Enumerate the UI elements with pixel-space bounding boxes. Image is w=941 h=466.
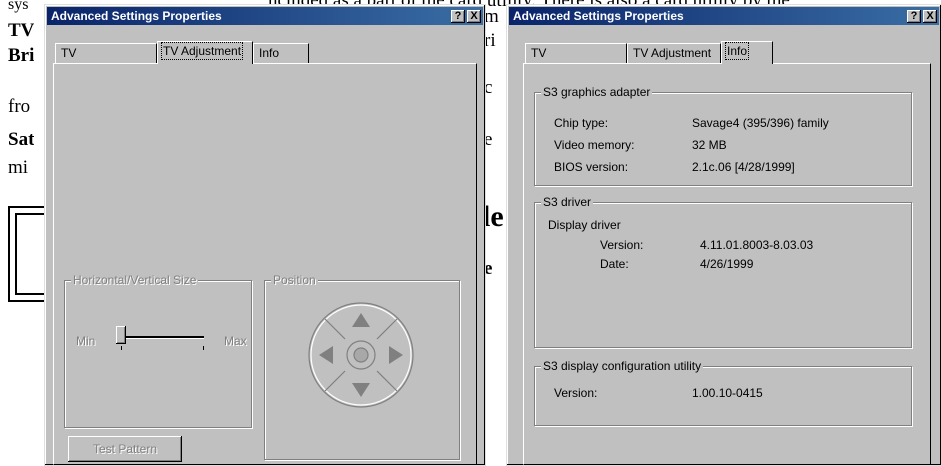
- info-panel: S3 graphics adapter Chip type: Savage4 (…: [523, 63, 931, 465]
- left-dialog-title: Advanced Settings Properties: [51, 9, 222, 23]
- utility-version-label: Version:: [554, 386, 598, 400]
- left-properties-dialog: Advanced Settings Properties ? X TV Enha…: [44, 4, 486, 466]
- utility-version-value: 1.00.10-0415: [692, 386, 763, 400]
- driver-group-legend: S3 driver: [541, 195, 594, 209]
- tab-tv-enhancement[interactable]: TV Enhancement: [55, 43, 157, 79]
- doc-line-6: mi: [8, 157, 29, 178]
- slider-thumb[interactable]: [116, 326, 126, 344]
- utility-group-legend: S3 display configuration utility: [541, 359, 704, 373]
- tv-adjustment-panel: Horizontal/Vertical Size Min Max Positio…: [53, 63, 477, 465]
- driver-version-value: 4.11.01.8003-8.03.03: [700, 238, 814, 252]
- driver-version-label: Version:: [600, 238, 644, 252]
- test-pattern-button[interactable]: Test Pattern: [68, 436, 182, 462]
- close-icon[interactable]: X: [923, 10, 937, 23]
- slider-tick-min: [121, 346, 122, 350]
- video-memory-label: Video memory:: [554, 138, 635, 152]
- chip-type-label: Chip type:: [554, 116, 609, 130]
- doc-line-1: sys: [8, 0, 29, 13]
- right-properties-dialog: Advanced Settings Properties ? X TV Enha…: [506, 4, 941, 466]
- doc-line-2: TV: [8, 20, 35, 41]
- position-joystick[interactable]: [301, 295, 421, 415]
- right-tab-strip: TV Enhancement TV Adjustment Info: [525, 41, 925, 79]
- position-group: Position: [264, 273, 460, 460]
- chip-type-value: Savage4 (395/396) family: [692, 116, 829, 130]
- driver-date-value: 4/26/1999: [700, 257, 754, 271]
- position-group-legend: Position: [271, 273, 318, 287]
- video-memory-value: 32 MB: [692, 138, 727, 152]
- adapter-group-legend: S3 graphics adapter: [541, 85, 653, 99]
- driver-date-label: Date:: [600, 257, 629, 271]
- doc-line-5: Sat: [8, 129, 35, 150]
- help-icon[interactable]: ?: [451, 10, 465, 23]
- help-icon[interactable]: ?: [907, 10, 921, 23]
- doc-line-4: fro: [8, 96, 31, 117]
- size-slider[interactable]: [54, 278, 254, 368]
- tab-info[interactable]: Info: [721, 41, 773, 64]
- doc-line-3: Bri: [8, 45, 35, 66]
- close-icon[interactable]: X: [467, 10, 481, 23]
- doc-frag-1: m: [484, 6, 499, 27]
- left-tab-strip: TV Enhancement TV Adjustment Info: [55, 41, 475, 79]
- tab-tv-adjustment[interactable]: TV Adjustment: [627, 43, 721, 63]
- tab-tv-enhancement[interactable]: TV Enhancement: [525, 43, 627, 79]
- right-dialog-title: Advanced Settings Properties: [513, 9, 684, 23]
- tab-info[interactable]: Info: [253, 43, 309, 63]
- left-dialog-titlebar[interactable]: Advanced Settings Properties ? X: [47, 7, 483, 25]
- tab-tv-adjustment[interactable]: TV Adjustment: [157, 41, 253, 64]
- display-driver-heading: Display driver: [548, 218, 621, 232]
- bios-version-label: BIOS version:: [554, 160, 629, 174]
- right-dialog-titlebar[interactable]: Advanced Settings Properties ? X: [509, 7, 939, 25]
- bios-version-value: 2.1c.06 [4/28/1999]: [692, 160, 795, 174]
- slider-track: [120, 336, 204, 338]
- slider-tick-max: [203, 346, 204, 350]
